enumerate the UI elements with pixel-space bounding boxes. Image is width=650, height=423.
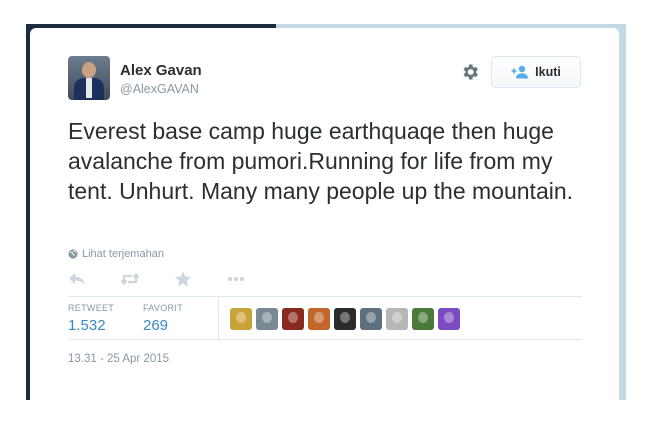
- reply-icon[interactable]: [68, 271, 86, 287]
- favoriter-avatar[interactable]: [412, 308, 434, 330]
- favoriter-avatars: [230, 308, 460, 330]
- translate-link[interactable]: Lihat terjemahan: [68, 248, 164, 260]
- tweet-timestamp[interactable]: 13.31 - 25 Apr 2015: [68, 353, 169, 365]
- favorite-stat[interactable]: FAVORIT 269: [143, 303, 183, 334]
- more-icon[interactable]: [227, 271, 245, 287]
- stats-divider-top: [68, 296, 582, 297]
- tweet-card: Alex Gavan @AlexGAVAN Ikuti Everest base…: [30, 28, 619, 400]
- retweet-count[interactable]: 1.532: [68, 317, 114, 334]
- follow-label: Ikuti: [535, 65, 561, 79]
- user-handle[interactable]: @AlexGAVAN: [120, 82, 199, 96]
- favoriter-avatar[interactable]: [308, 308, 330, 330]
- favoriter-avatar[interactable]: [230, 308, 252, 330]
- translate-label: Lihat terjemahan: [82, 248, 164, 260]
- stats-divider-vertical: [218, 297, 219, 339]
- retweet-stat[interactable]: RETWEET 1.532: [68, 303, 114, 334]
- retweet-icon[interactable]: [120, 271, 140, 287]
- favoriter-avatar[interactable]: [282, 308, 304, 330]
- retweet-label: RETWEET: [68, 303, 115, 313]
- favoriter-avatar[interactable]: [438, 308, 460, 330]
- avatar[interactable]: [68, 56, 110, 100]
- favorite-label: FAVORIT: [143, 303, 183, 313]
- globe-icon: [68, 249, 78, 259]
- tweet-text: Everest base camp huge earthquaqe then h…: [68, 118, 574, 204]
- favoriter-avatar[interactable]: [360, 308, 382, 330]
- favoriter-avatar[interactable]: [334, 308, 356, 330]
- tweet-actions: [68, 270, 280, 288]
- gear-icon[interactable]: [460, 62, 480, 82]
- add-user-icon: [511, 65, 529, 79]
- favoriter-avatar[interactable]: [386, 308, 408, 330]
- favorite-count[interactable]: 269: [143, 317, 183, 334]
- follow-button[interactable]: Ikuti: [491, 56, 581, 88]
- user-name[interactable]: Alex Gavan: [120, 62, 202, 79]
- stats-divider-bottom: [68, 339, 582, 340]
- favorite-icon[interactable]: [174, 271, 192, 287]
- favoriter-avatar[interactable]: [256, 308, 278, 330]
